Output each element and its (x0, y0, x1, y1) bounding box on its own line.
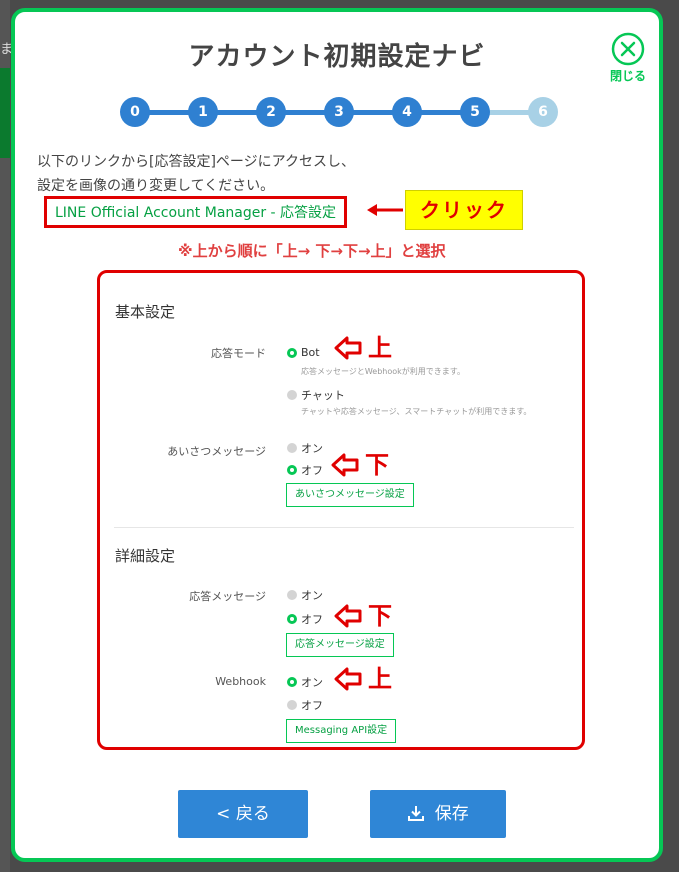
auto-response-settings-button[interactable]: 応答メッセージ設定 (286, 633, 394, 657)
auto-response-off-option[interactable]: オフ (287, 611, 323, 627)
close-button[interactable]: 閉じる (608, 32, 648, 84)
webhook-on-label: オン (301, 676, 323, 689)
radio-unselected[interactable] (287, 390, 297, 400)
hollow-arrow-left-icon (331, 453, 359, 477)
hollow-arrow-left-icon (334, 667, 362, 691)
annotation-up-text: 上 (368, 334, 392, 362)
step-0: 0 (120, 97, 150, 127)
step-2: 2 (256, 97, 286, 127)
oam-link-highlight: LINE Official Account Manager - 応答設定 (44, 196, 348, 228)
instructions: 以下のリンクから[応答設定]ページにアクセスし、 設定を画像の通り変更してくださ… (37, 150, 355, 198)
step-4: 4 (392, 97, 422, 127)
setup-navi-modal: アカウント初期設定ナビ 閉じる 0 1 2 3 4 5 6 以下のリンクから[応… (11, 8, 663, 862)
instruction-line-1: 以下のリンクから[応答設定]ページにアクセスし、 (37, 154, 355, 170)
annotation-down-text: 下 (365, 451, 389, 479)
radio-selected[interactable] (287, 677, 297, 687)
step-1: 1 (188, 97, 218, 127)
stepper-line-active (135, 110, 477, 115)
save-button[interactable]: 保存 (370, 790, 506, 838)
radio-selected[interactable] (287, 347, 297, 358)
webhook-off-label: オフ (301, 699, 323, 712)
auto-response-on-label: オン (301, 589, 323, 602)
response-mode-chat-label: チャット (301, 389, 345, 402)
step-6: 6 (528, 97, 558, 127)
radio-selected[interactable] (287, 614, 297, 624)
close-label: 閉じる (609, 69, 646, 83)
auto-response-on-option[interactable]: オン (287, 587, 323, 603)
annotation-up-2: 上 (334, 667, 392, 691)
back-button[interactable]: < 戻る (178, 790, 308, 838)
auto-response-label: 応答メッセージ (189, 590, 266, 603)
annotation-up-1: 上 (334, 336, 392, 360)
greeting-label: あいさつメッセージ (167, 445, 266, 458)
step-3: 3 (324, 97, 354, 127)
oam-response-settings-link[interactable]: LINE Official Account Manager - 応答設定 (55, 205, 336, 221)
step-5-current: 5 (460, 97, 490, 127)
settings-panel: 基本設定 応答モード Bot 応答メッセージとWebhookが利用できます。 チ… (97, 270, 585, 750)
greeting-on-label: オン (301, 442, 323, 455)
webhook-off-option[interactable]: オフ (287, 697, 323, 713)
webhook-on-option[interactable]: オン (287, 674, 323, 690)
chat-description: チャットや応答メッセージ、スマートチャットが利用できます。 (301, 407, 532, 416)
instruction-line-2: 設定を画像の通り変更してください。 (37, 178, 275, 194)
annotation-down-text: 下 (368, 602, 392, 630)
bot-description: 応答メッセージとWebhookが利用できます。 (301, 367, 465, 376)
radio-unselected[interactable] (287, 590, 297, 600)
hollow-arrow-left-icon (334, 604, 362, 628)
detail-settings-title: 詳細設定 (115, 547, 176, 565)
save-button-label: 保存 (434, 804, 469, 824)
greeting-off-option[interactable]: オフ (287, 462, 323, 478)
radio-unselected[interactable] (287, 443, 297, 453)
radio-unselected[interactable] (287, 700, 297, 710)
response-mode-label: 応答モード (211, 347, 266, 360)
background-green-block (0, 68, 10, 158)
messaging-api-settings-button[interactable]: Messaging API設定 (286, 719, 397, 743)
webhook-label: Webhook (215, 675, 266, 688)
basic-settings-title: 基本設定 (115, 303, 176, 321)
back-button-label: < 戻る (216, 804, 270, 824)
modal-title: アカウント初期設定ナビ (188, 42, 486, 72)
response-mode-bot-option[interactable]: Bot (287, 346, 320, 359)
annotation-up-text: 上 (368, 665, 392, 693)
hollow-arrow-left-icon (334, 336, 362, 360)
response-mode-bot-label: Bot (301, 346, 320, 359)
close-circle-icon (608, 32, 648, 66)
section-divider (114, 527, 574, 528)
annotation-down-1: 下 (331, 453, 389, 477)
arrow-left-icon (367, 204, 403, 216)
greeting-off-label: オフ (301, 464, 323, 477)
greeting-settings-button[interactable]: あいさつメッセージ設定 (286, 483, 414, 507)
response-mode-chat-option[interactable]: チャット (287, 387, 345, 403)
download-icon (407, 793, 425, 841)
selection-order-note: ※上から順に「上→ 下→下→上」と選択 (178, 242, 446, 260)
annotation-down-2: 下 (334, 604, 392, 628)
radio-selected[interactable] (287, 465, 297, 475)
auto-response-off-label: オフ (301, 613, 323, 626)
progress-stepper: 0 1 2 3 4 5 6 (120, 97, 560, 127)
greeting-on-option[interactable]: オン (287, 440, 323, 456)
click-callout: クリック (405, 190, 523, 230)
